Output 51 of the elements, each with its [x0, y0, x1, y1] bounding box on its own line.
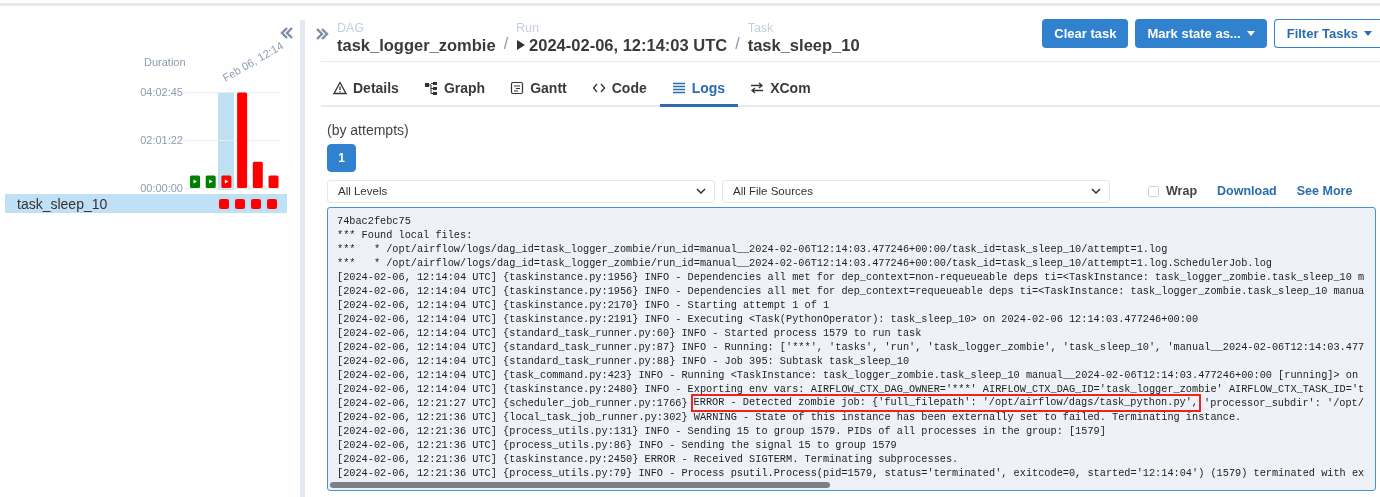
log-line: *** Found local files:	[337, 228, 473, 242]
log-line: [2024-02-06, 12:21:36 UTC] {process_utils.py:131} INFO - Sending 15 to group 1579. PIDs of all processes in the group: [1579]	[337, 424, 1106, 438]
log-line: 74bac2febc75	[337, 214, 411, 228]
axis-tick-label: 04:02:45	[140, 86, 183, 98]
tab[interactable]: Code	[579, 71, 660, 107]
attempts-label: (by attempts)	[327, 122, 410, 138]
log-line: 'processor_subdir': '/opt/	[1204, 396, 1364, 410]
log-line: [2024-02-06, 12:21:27 UTC] {scheduler_job_runner.py:1766}	[337, 396, 688, 410]
breadcrumb-separator: /	[503, 34, 509, 54]
wrap-checkbox[interactable]: Wrap	[1148, 184, 1198, 198]
attempt-button[interactable]: 1	[327, 144, 356, 172]
axis-tick-label: 00:00:00	[140, 182, 183, 194]
tab[interactable]: Details	[321, 71, 412, 107]
action-button[interactable]: Filter Tasks	[1273, 19, 1380, 48]
breadcrumb-separator: /	[735, 34, 740, 54]
tab[interactable]: XCom	[738, 71, 824, 107]
tab[interactable]: Gantt	[498, 71, 580, 107]
log-line: [2024-02-06, 12:21:36 UTC] {process_utils.py:79} INFO - Process psutil.Process(pid=1579, status='terminated', exitcode=0, started='12:14:04') (1579) terminated with ex	[337, 466, 1365, 480]
log-line: [2024-02-06, 12:21:36 UTC] {local_task_job_runner.py:302} WARNING - State of this instance has been externally set to failed. Terminating instance.	[337, 410, 1242, 424]
task-row[interactable]: task_sleep_10	[5, 194, 287, 213]
log-line: *** * /opt/airflow/logs/dag_id=task_logger_zombie/run_id=manual__2024-02-06T12:14:03.477246+00:00/task_id=task_sleep_10/attempt=1.log.SchedulerJob.log	[337, 256, 1272, 270]
level-select[interactable]: All Levels	[327, 179, 715, 203]
log-line: [2024-02-06, 12:14:04 UTC] {taskinstance.py:2170} INFO - Starting attempt 1 of 1	[337, 298, 830, 312]
link[interactable]: Download	[1217, 184, 1277, 198]
log-line: [2024-02-06, 12:14:04 UTC] {standard_task_runner.py:60} INFO - Started process 1579 to run task	[337, 326, 922, 340]
action-button[interactable]: Mark state as...	[1135, 19, 1267, 48]
axis-tick-label: 02:01:22	[140, 134, 183, 146]
breadcrumb-value[interactable]: task_sleep_10	[747, 34, 860, 55]
link[interactable]: See More	[1296, 184, 1353, 198]
tab[interactable]: Logs	[659, 71, 739, 107]
log-line: [2024-02-06, 12:21:36 UTC] {taskinstance.py:2450} ERROR - Received SIGTERM. Terminating subprocesses.	[337, 452, 959, 466]
log-line: [2024-02-06, 12:14:04 UTC] {taskinstance.py:2191} INFO - Executing <Task(PythonOperator): task_sleep_10> on 2024-02-06 12:14:03.477246+00:00	[337, 312, 1199, 326]
log-line: [2024-02-06, 12:14:04 UTC] {taskinstance.py:1956} INFO - Dependencies all met for dep_context=non-requeueable deps ti=<TaskInstance: task_logger_zombie.task_sleep_10 m	[337, 270, 1365, 284]
log-line: [2024-02-06, 12:14:04 UTC] {standard_task_runner.py:88} INFO - Job 395: Subtask task_sleep_10	[337, 354, 910, 368]
action-button[interactable]: Clear task	[1042, 19, 1129, 48]
breadcrumb-label: DAG	[337, 20, 366, 35]
log-line: [2024-02-06, 12:14:04 UTC] {taskinstance.py:2480} INFO - Exporting env vars: AIRFLOW_CTX_DAG_OWNER='***' AIRFLOW_CTX_DAG_ID='task_logger_zombie' AIRFLOW_CTX_TASK_ID='t	[337, 382, 1365, 396]
highlighted-log-text: ERROR - Detected zombie job: {'full_filepath': '/opt/airflow/dags/task_python.py',	[690, 394, 1201, 412]
breadcrumb-label: Run	[516, 20, 541, 35]
axis-title: Duration	[144, 56, 186, 68]
breadcrumb-value[interactable]: 2024-02-06, 12:14:03 UTC	[529, 34, 728, 55]
tab[interactable]: Graph	[411, 71, 499, 107]
breadcrumb-value[interactable]: task_logger_zombie	[337, 34, 496, 55]
log-line: [2024-02-06, 12:14:04 UTC] {standard_task_runner.py:87} INFO - Running: ['***', 'tasks', 'run', 'task_logger_zombie', 'task_sleep_10', 'manual__2024-02-06T12:14:03.477	[337, 340, 1365, 354]
log-line: [2024-02-06, 12:21:36 UTC] {process_utils.py:86} INFO - Sending the signal 15 to group 1579	[337, 438, 897, 452]
breadcrumb-label: Task	[747, 20, 775, 35]
file-source-select[interactable]: All File Sources	[722, 179, 1110, 203]
log-line: [2024-02-06, 12:14:04 UTC] {taskinstance.py:1956} INFO - Dependencies all met for dep_context=requeueable deps ti=<TaskInstance: task_logger_zombie.task_sleep_10 manua	[337, 284, 1365, 298]
log-line: *** * /opt/airflow/logs/dag_id=task_logger_zombie/run_id=manual__2024-02-06T12:14:03.477246+00:00/task_id=task_sleep_10/attempt=1.log	[337, 242, 1168, 256]
task-name: task_sleep_10	[16, 195, 109, 212]
log-line: [2024-02-06, 12:14:04 UTC] {task_command.py:423} INFO - Running <TaskInstance: task_logger_zombie.task_sleep_10 manual__2024-02-06T12:14:03.477246+00:00 [running]> on	[337, 368, 1359, 382]
